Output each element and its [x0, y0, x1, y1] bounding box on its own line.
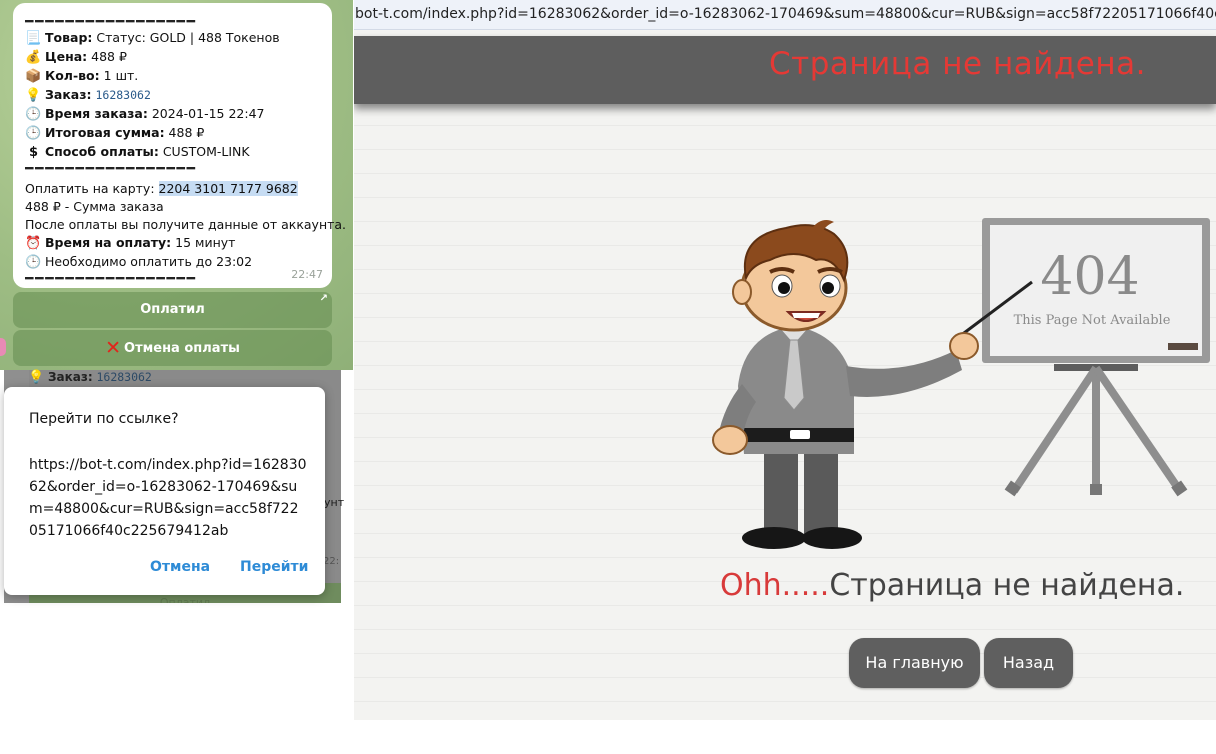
bot-message: ━ ━ ━ ━ ━ ━ ━ ━ ━ ━ ━ ━ ━ ━ ━ ━ ━ 📃 Товар…	[13, 3, 347, 288]
price-label: Цена:	[45, 49, 88, 64]
product-value: Статус: GOLD | 488 Токенов	[96, 30, 280, 45]
price-value: 488 ₽	[91, 49, 127, 64]
header-title: Страница не найдена.	[769, 46, 1146, 82]
stopwatch-icon: 🕒	[25, 126, 42, 141]
pay-card-label: Оплатить на карту:	[25, 181, 155, 196]
sum-line: 488 ₽ - Сумма заказа	[25, 199, 164, 214]
separator-line: ━ ━ ━ ━ ━ ━ ━ ━ ━ ━ ━ ━ ━ ━ ━ ━ ━	[25, 162, 195, 176]
package-icon: 📦	[25, 69, 42, 84]
bulb-icon: 💡	[25, 88, 42, 103]
screenshot: bot-t.com/index.php?id=16283062&order_id…	[0, 0, 1216, 754]
price-row: 💰 Цена: 488 ₽	[25, 48, 322, 67]
dimmed-order-id: 16283062	[96, 370, 152, 384]
after-pay-line: После оплаты вы получите данные от аккау…	[25, 217, 347, 232]
dialog-open-button[interactable]: Перейти	[240, 559, 308, 575]
easel-board: 404 This Page Not Available	[982, 218, 1210, 497]
header-bar: Страница не найдена.	[354, 36, 1216, 104]
message-time: 22:47	[291, 268, 323, 281]
dollar-icon: $	[28, 145, 39, 160]
order-time-value: 2024-01-15 22:47	[151, 106, 265, 121]
total-value: 488 ₽	[168, 125, 205, 140]
payment-method-value: CUSTOM-LINK	[162, 144, 250, 159]
separator-line: ━ ━ ━ ━ ━ ━ ━ ━ ━ ━ ━ ━ ━ ━ ━ ━ ━	[25, 15, 195, 29]
error-message: Ohh.....Страница не найдена.	[720, 568, 1184, 603]
alarm-clock-icon: ⏰	[25, 236, 42, 251]
home-button[interactable]: На главную	[849, 638, 980, 688]
order-id[interactable]: 16283062	[95, 88, 150, 102]
error-message-ohh: Ohh.....	[720, 568, 830, 603]
dimmed-order-label: Заказ:	[48, 370, 93, 384]
cancel-payment-label: Отмена оплаты	[124, 341, 240, 356]
order-time-label: Время заказа:	[45, 106, 148, 121]
stopwatch-icon: 🕒	[25, 255, 42, 270]
paid-button[interactable]: Оплатил ↗	[13, 292, 332, 328]
deadline-text: Необходимо оплатить до 23:02	[45, 254, 253, 269]
total-row: 🕒 Итоговая сумма: 488 ₽	[25, 124, 322, 143]
pay-time-label: Время на оплату:	[45, 235, 172, 250]
telegram-chat: ━ ━ ━ ━ ━ ━ ━ ━ ━ ━ ━ ━ ━ ━ ━ ━ ━ 📃 Товар…	[0, 0, 353, 370]
page-icon: 📃	[25, 31, 42, 46]
pay-time-value: 15 минут	[175, 235, 236, 250]
back-button[interactable]: Назад	[984, 638, 1073, 688]
order-time-row: 🕒 Время заказа: 2024-01-15 22:47	[25, 105, 322, 124]
product-row: 📃 Товар: Статус: GOLD | 488 Токенов	[25, 29, 322, 48]
dimmed-text-fragment: унт	[324, 496, 345, 509]
pay-card-row: Оплатить на карту: 2204 3101 7177 9682	[25, 180, 322, 198]
separator-line: ━ ━ ━ ━ ━ ━ ━ ━ ━ ━ ━ ━ ━ ━ ━ ━ ━	[25, 272, 195, 286]
dialog-title: Перейти по ссылке?	[29, 411, 179, 427]
dialog-url: https://bot-t.com/index.php?id=16283062&…	[29, 457, 307, 539]
total-label: Итоговая сумма:	[45, 125, 165, 140]
address-bar[interactable]: bot-t.com/index.php?id=16283062&order_id…	[354, 0, 1216, 30]
man-figure	[712, 220, 979, 549]
money-bag-icon: 💰	[25, 50, 42, 65]
open-link-dialog: Перейти по ссылке? https://bot-t.com/ind…	[4, 387, 325, 595]
payment-method-row: $ Способ оплаты: CUSTOM-LINK	[25, 143, 322, 162]
quantity-value: 1 шт.	[103, 68, 139, 83]
bulb-icon: 💡	[28, 370, 45, 385]
stopwatch-icon: 🕒	[25, 107, 42, 122]
external-link-icon: ↗	[319, 293, 328, 304]
dimmed-order-row: 💡 Заказ: 16283062	[28, 370, 152, 385]
deadline-row: 🕒 Необходимо оплатить до 23:02	[25, 253, 322, 272]
cancel-payment-button[interactable]: ✕ Отмена оплаты	[13, 330, 332, 366]
paid-button-label: Оплатил	[140, 302, 205, 317]
quantity-label: Кол-во:	[45, 68, 100, 83]
pay-time-row: ⏰ Время на оплату: 15 минут	[25, 234, 322, 253]
dimmed-time-fragment: 22:	[323, 556, 340, 567]
presenter-illustration: 404 This Page Not Available	[712, 218, 1210, 549]
error-page: Страница не найдена. 404 This Page Not A…	[354, 30, 1216, 720]
card-number[interactable]: 2204 3101 7177 9682	[158, 181, 298, 196]
board-caption: This Page Not Available	[1014, 313, 1171, 328]
error-message-text: Страница не найдена.	[829, 568, 1185, 603]
side-indicator	[0, 338, 6, 356]
board-404: 404	[1040, 247, 1139, 307]
payment-method-label: Способ оплаты:	[45, 144, 159, 159]
product-label: Товар:	[45, 30, 93, 45]
order-row: 💡 Заказ: 16283062	[25, 86, 322, 105]
quantity-row: 📦 Кол-во: 1 шт.	[25, 67, 322, 86]
dialog-cancel-button[interactable]: Отмена	[150, 559, 210, 575]
cross-icon: ✕	[105, 337, 122, 359]
order-label: Заказ:	[45, 87, 92, 102]
